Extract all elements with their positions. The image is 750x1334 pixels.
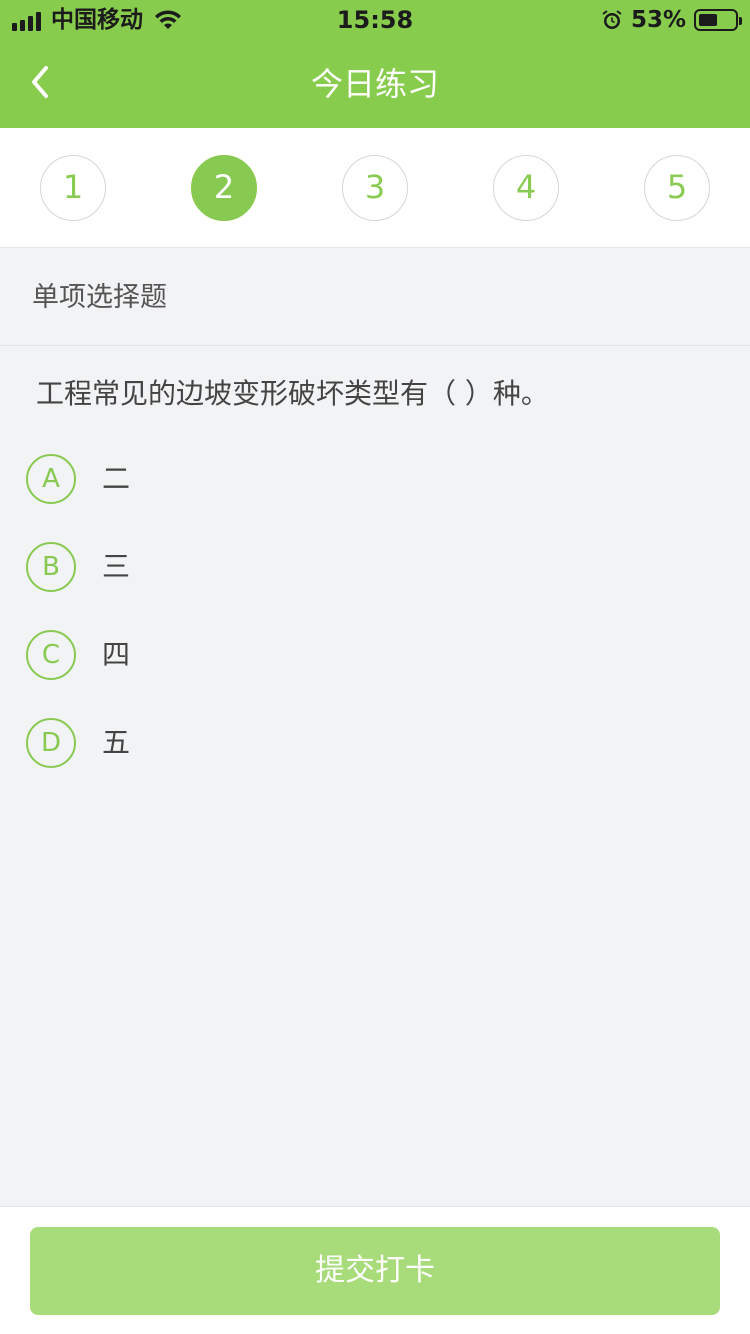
submit-button[interactable]: 提交打卡 bbox=[30, 1227, 720, 1315]
question-tabs: 1 2 3 4 5 bbox=[0, 128, 750, 248]
question-tab-4[interactable]: 4 bbox=[493, 155, 559, 221]
question-tab-2[interactable]: 2 bbox=[191, 155, 257, 221]
status-right: 53% bbox=[601, 6, 742, 34]
alarm-icon bbox=[602, 10, 622, 29]
options-list: A 二 B 三 C 四 D 五 bbox=[26, 454, 730, 806]
option-c[interactable]: C 四 bbox=[26, 630, 730, 680]
question-tab-3[interactable]: 3 bbox=[342, 155, 408, 221]
option-a[interactable]: A 二 bbox=[26, 454, 730, 504]
section-title: 单项选择题 bbox=[32, 282, 167, 313]
app: 中国移动 15:58 53% 今日练习 1 2 3 4 5 单项选择题 工程常见… bbox=[0, 0, 750, 1334]
header: 中国移动 15:58 53% 今日练习 bbox=[0, 0, 750, 128]
option-d[interactable]: D 五 bbox=[26, 718, 730, 768]
option-text: 五 bbox=[102, 726, 131, 759]
question-text: 工程常见的边坡变形破坏类型有（ ）种。 bbox=[36, 377, 549, 410]
option-letter: C bbox=[26, 630, 76, 680]
battery-icon bbox=[694, 9, 742, 31]
section-header: 单项选择题 bbox=[0, 248, 750, 346]
status-bar: 中国移动 15:58 53% bbox=[0, 0, 750, 40]
question-tab-1[interactable]: 1 bbox=[40, 155, 106, 221]
option-b[interactable]: B 三 bbox=[26, 542, 730, 592]
nav-bar: 今日练习 bbox=[0, 40, 750, 128]
question-tab-5[interactable]: 5 bbox=[644, 155, 710, 221]
page-title: 今日练习 bbox=[310, 65, 439, 103]
footer: 提交打卡 bbox=[0, 1206, 750, 1334]
option-letter: A bbox=[26, 454, 76, 504]
option-text: 三 bbox=[102, 550, 131, 583]
option-text: 二 bbox=[102, 462, 131, 495]
option-text: 四 bbox=[102, 638, 131, 671]
option-letter: B bbox=[26, 542, 76, 592]
option-letter: D bbox=[26, 718, 76, 768]
battery-percent: 53% bbox=[630, 7, 686, 33]
